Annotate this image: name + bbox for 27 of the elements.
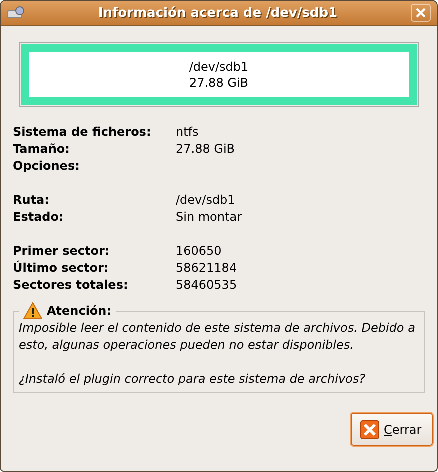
field-label: Sistema de ficheros: — [13, 124, 152, 141]
close-icon — [416, 8, 426, 18]
close-dialog-button[interactable]: Cerrar — [351, 413, 433, 446]
field-value: 27.88 GiB — [176, 141, 236, 158]
field-value: ntfs — [176, 124, 199, 141]
field-label: Tamaño: — [13, 141, 71, 158]
warning-icon — [23, 302, 43, 320]
field-value: Sin montar — [176, 209, 242, 226]
field-value: 160650 — [176, 243, 222, 260]
field-value: 58460535 — [176, 277, 238, 294]
field-label: Sectores totales: — [13, 277, 130, 294]
window-title: Información acerca de /dev/sdb1 — [97, 6, 339, 20]
close-icon — [360, 420, 380, 440]
warning-text: Imposible leer el contenido de este sistema de archivos. Debido a esto, algunas operaciones pueden no estar disponibles. — [19, 320, 416, 354]
drive-icon — [7, 6, 25, 20]
field-label: Opciones: — [13, 158, 81, 175]
partition-size: 27.88 GiB — [188, 75, 250, 91]
field-label: Primer sector: — [13, 243, 111, 260]
warning-text: ¿Instaló el plugin correcto para este sistema de archivos? — [19, 371, 367, 388]
warning-title: Atención: — [47, 304, 112, 318]
field-value: 58621184 — [176, 260, 238, 277]
field-label: Ruta: — [13, 192, 50, 209]
field-label: Último sector: — [13, 260, 110, 277]
close-button[interactable] — [411, 4, 431, 22]
field-value: /dev/sdb1 — [176, 192, 236, 209]
field-label: Estado: — [13, 209, 65, 226]
partition-name: /dev/sdb1 — [188, 59, 250, 75]
